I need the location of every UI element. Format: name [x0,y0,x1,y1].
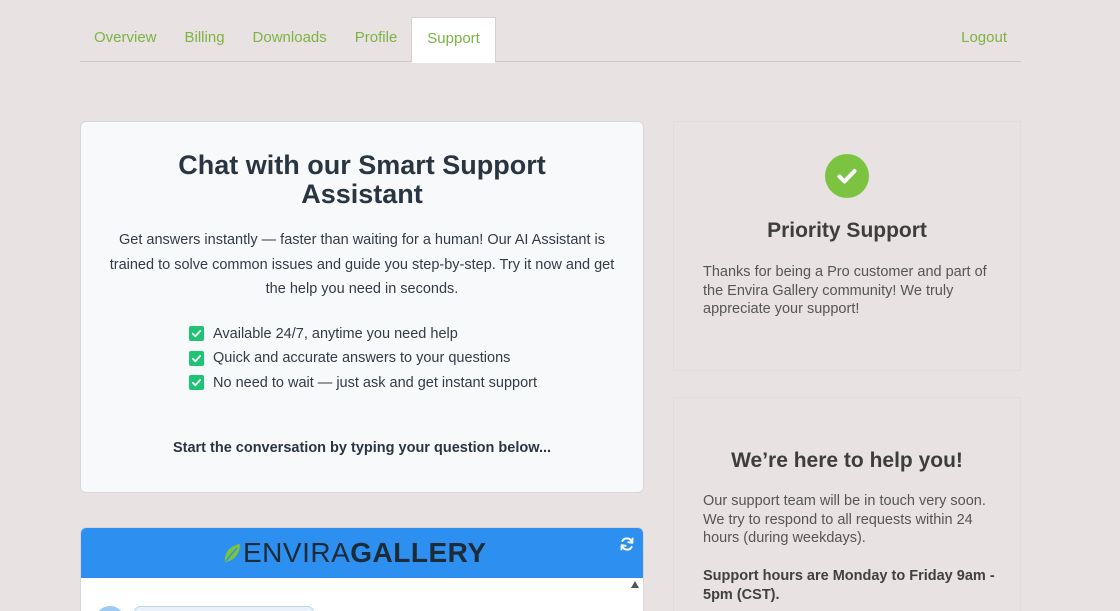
help-card: We’re here to help you! Our support team… [673,397,1021,611]
chat-card-title: Chat with our Smart Support Assistant [178,150,546,209]
scroll-up-arrow-icon[interactable] [631,581,639,588]
tab-billing[interactable]: Billing [171,16,239,60]
tab-support[interactable]: Support [411,17,496,63]
logo-text-bold: GALLERY [350,537,487,568]
check-circle-icon [825,154,869,198]
help-card-text: Our support team will be in touch very s… [703,493,986,546]
refresh-icon[interactable] [619,536,635,552]
priority-support-card: Priority Support Thanks for being a Pro … [673,121,1021,371]
envira-gallery-logo: ENVIRA GALLERY [222,537,487,568]
checkbox-check-icon [189,350,204,366]
feature-item: Quick and accurate answers to your quest… [189,346,643,371]
feature-item: No need to wait — just ask and get insta… [189,371,643,396]
nav-tabs: Overview Billing Downloads Profile Suppo… [80,16,496,63]
assistant-message-bubble [133,606,315,611]
checkbox-check-icon [189,326,204,342]
feature-list: Available 24/7, anytime you need help Qu… [189,322,643,396]
tab-profile[interactable]: Profile [341,16,412,60]
tab-downloads[interactable]: Downloads [239,16,341,60]
chat-card-description: Get answers instantly — faster than wait… [109,232,615,297]
logout-link[interactable]: Logout [961,16,1007,60]
leaf-icon [224,544,240,562]
feature-item: Available 24/7, anytime you need help [189,322,643,347]
chat-prompt-text: Start the conversation by typing your qu… [172,440,552,456]
tab-overview[interactable]: Overview [80,16,171,60]
feature-text: Quick and accurate answers to your quest… [213,350,511,367]
account-nav: Overview Billing Downloads Profile Suppo… [80,16,1021,63]
feature-text: No need to wait — just ask and get insta… [213,374,538,391]
logo-text-light: ENVIRA [243,537,351,568]
priority-support-title: Priority Support [767,219,927,242]
support-hours-text: Support hours are Monday to Friday 9am -… [703,568,995,603]
priority-support-text: Thanks for being a Pro customer and part… [703,264,987,317]
chat-intro-card: Chat with our Smart Support Assistant Ge… [80,121,644,493]
assistant-avatar [95,606,125,611]
feature-text: Available 24/7, anytime you need help [213,325,458,342]
help-card-title: We’re here to help you! [731,449,963,472]
chat-widget-header: ENVIRA GALLERY [81,528,643,578]
checkbox-check-icon [189,375,204,391]
chat-widget-body [81,578,643,611]
chat-widget: ENVIRA GALLERY [80,527,644,611]
